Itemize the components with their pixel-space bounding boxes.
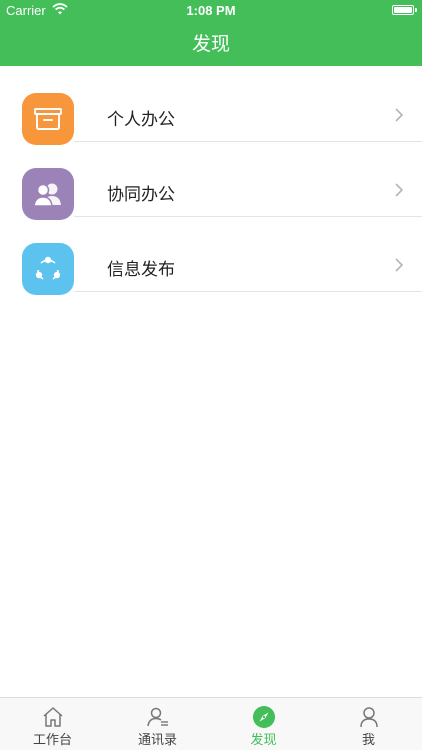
compass-icon bbox=[252, 706, 275, 728]
tab-bar: 工作台 通讯录 发现 我 bbox=[0, 697, 422, 750]
tab-workbench[interactable]: 工作台 bbox=[0, 698, 105, 750]
home-icon bbox=[43, 707, 62, 727]
list-item-personal-office[interactable]: 个人办公 bbox=[0, 66, 422, 145]
chevron-right-icon bbox=[395, 183, 404, 197]
status-bar: Carrier 1:08 PM bbox=[0, 0, 422, 22]
chevron-right-icon bbox=[395, 108, 404, 122]
discover-list: 个人办公 协同办公 信息发布 bbox=[0, 66, 422, 295]
box-icon bbox=[22, 93, 74, 145]
list-item-info-publish[interactable]: 信息发布 bbox=[0, 216, 422, 295]
list-item-label: 信息发布 bbox=[107, 260, 175, 280]
list-item-label: 个人办公 bbox=[107, 110, 175, 130]
tab-label: 工作台 bbox=[32, 733, 72, 748]
status-time: 1:08 PM bbox=[186, 3, 236, 18]
tab-label: 通讯录 bbox=[137, 733, 177, 748]
list-item-collaborative-office[interactable]: 协同办公 bbox=[0, 141, 422, 220]
battery-icon bbox=[392, 5, 417, 15]
people-icon bbox=[22, 168, 74, 220]
tab-label: 我 bbox=[361, 733, 375, 748]
tab-label: 发现 bbox=[250, 733, 277, 748]
chevron-right-icon bbox=[395, 258, 404, 272]
page-title: 发现 bbox=[191, 33, 230, 55]
tab-contacts[interactable]: 通讯录 bbox=[105, 698, 210, 750]
contacts-icon bbox=[146, 707, 168, 727]
list-item-label: 协同办公 bbox=[107, 185, 175, 205]
tab-me[interactable]: 我 bbox=[316, 698, 421, 750]
tab-discover[interactable]: 发现 bbox=[211, 698, 316, 750]
person-icon bbox=[359, 707, 378, 728]
divider bbox=[74, 291, 422, 292]
navigation-bar: 发现 bbox=[0, 22, 422, 66]
share-icon bbox=[22, 243, 74, 295]
